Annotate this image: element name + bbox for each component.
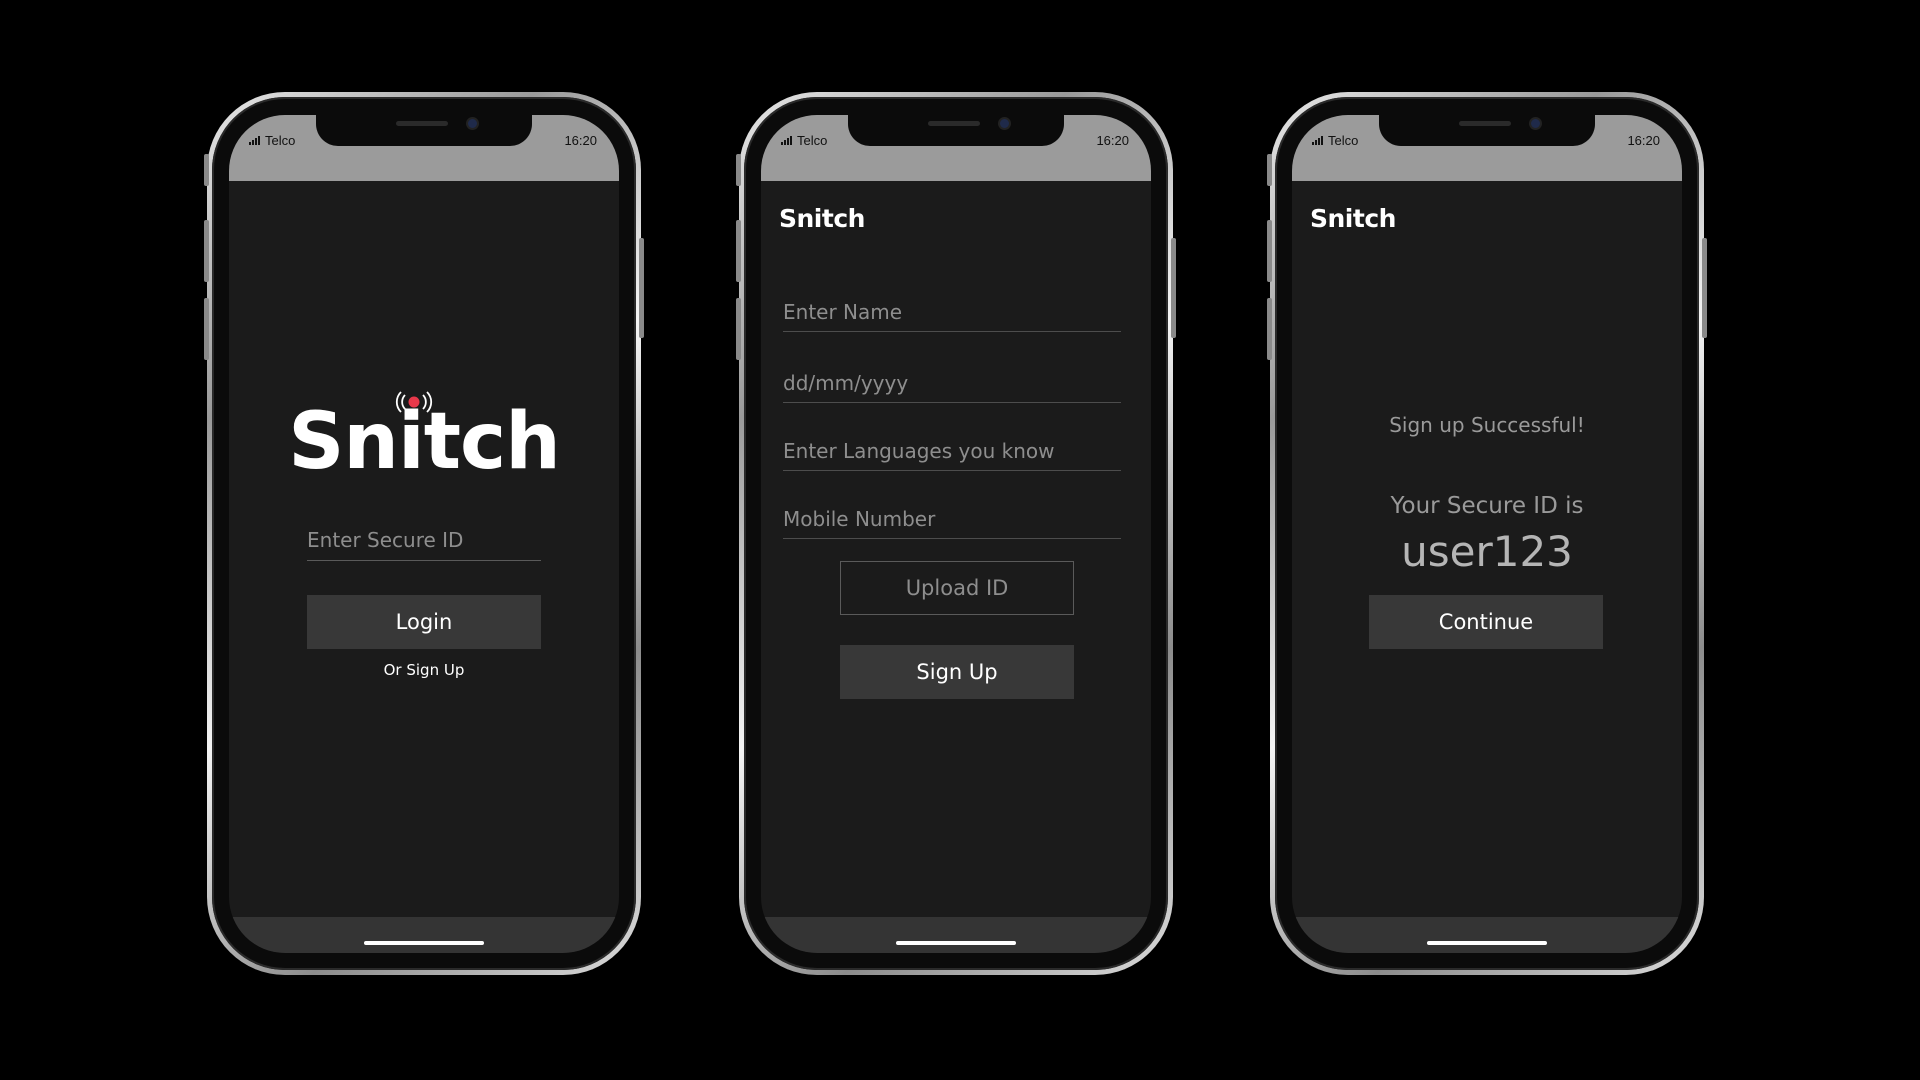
notch xyxy=(1379,115,1595,146)
login-button[interactable]: Login xyxy=(307,595,541,649)
phone-bezel: Telco 16:20 Snitch Upload ID Sign Up xyxy=(744,97,1168,970)
carrier: Telco xyxy=(249,133,295,148)
volume-down-button xyxy=(204,298,209,360)
secure-id-field[interactable] xyxy=(307,520,541,561)
phone-bezel: Telco 16:20 Snitch Sign up Successful! Y… xyxy=(1275,97,1699,970)
volume-down-button xyxy=(736,298,741,360)
signup-button[interactable]: Sign Up xyxy=(840,645,1074,699)
power-button xyxy=(1171,238,1176,338)
dob-input[interactable] xyxy=(783,364,1121,402)
signup-screen: Telco 16:20 Snitch Upload ID Sign Up xyxy=(761,115,1151,953)
continue-button[interactable]: Continue xyxy=(1369,595,1603,649)
snitch-logo-small: Snitch xyxy=(779,204,865,233)
name-input[interactable] xyxy=(783,293,1121,331)
home-indicator-area xyxy=(1292,917,1682,953)
success-message: Sign up Successful! xyxy=(1389,413,1585,437)
carrier: Telco xyxy=(781,133,827,148)
login-screen: Telco 16:20 Snitch Login Or Sign Up xyxy=(229,115,619,953)
languages-field[interactable] xyxy=(783,432,1121,471)
front-camera-icon xyxy=(1531,119,1540,128)
mute-switch xyxy=(204,154,209,186)
broadcast-signal-icon xyxy=(395,391,433,413)
signal-icon xyxy=(781,136,792,145)
secure-id-label: Your Secure ID is xyxy=(1390,493,1584,519)
volume-down-button xyxy=(1267,298,1272,360)
status-time: 16:20 xyxy=(564,133,597,148)
success-screen: Telco 16:20 Snitch Sign up Successful! Y… xyxy=(1292,115,1682,953)
languages-input[interactable] xyxy=(783,432,1121,470)
status-time: 16:20 xyxy=(1627,133,1660,148)
speaker-grille xyxy=(1459,121,1511,126)
volume-up-button xyxy=(1267,220,1272,282)
home-indicator[interactable] xyxy=(896,941,1016,945)
carrier-label: Telco xyxy=(265,133,296,148)
speaker-grille xyxy=(928,121,980,126)
home-indicator-area xyxy=(229,917,619,953)
secure-id-input[interactable] xyxy=(307,520,541,560)
power-button xyxy=(639,238,644,338)
signal-icon xyxy=(1312,136,1323,145)
snitch-logo-small: Snitch xyxy=(1310,204,1396,233)
status-time: 16:20 xyxy=(1096,133,1129,148)
phone-success: Telco 16:20 Snitch Sign up Successful! Y… xyxy=(1267,92,1707,975)
signal-icon xyxy=(249,136,260,145)
mobile-field[interactable] xyxy=(783,500,1121,539)
secure-id-value: user123 xyxy=(1401,527,1573,576)
upload-id-button[interactable]: Upload ID xyxy=(840,561,1074,615)
carrier-label: Telco xyxy=(1328,133,1359,148)
notch xyxy=(316,115,532,146)
volume-up-button xyxy=(736,220,741,282)
phone-signup: Telco 16:20 Snitch Upload ID Sign Up xyxy=(736,92,1176,975)
snitch-logo: Snitch xyxy=(229,391,619,487)
front-camera-icon xyxy=(468,119,477,128)
notch xyxy=(848,115,1064,146)
volume-up-button xyxy=(204,220,209,282)
mute-switch xyxy=(736,154,741,186)
carrier: Telco xyxy=(1312,133,1358,148)
dob-field[interactable] xyxy=(783,364,1121,403)
home-indicator[interactable] xyxy=(364,941,484,945)
name-field[interactable] xyxy=(783,293,1121,332)
signup-link[interactable]: Or Sign Up xyxy=(229,661,619,679)
home-indicator-area xyxy=(761,917,1151,953)
carrier-label: Telco xyxy=(797,133,828,148)
power-button xyxy=(1702,238,1707,338)
mobile-input[interactable] xyxy=(783,500,1121,538)
mute-switch xyxy=(1267,154,1272,186)
front-camera-icon xyxy=(1000,119,1009,128)
phone-login: Telco 16:20 Snitch Login Or Sign Up xyxy=(204,92,644,975)
phone-bezel: Telco 16:20 Snitch Login Or Sign Up xyxy=(212,97,636,970)
speaker-grille xyxy=(396,121,448,126)
home-indicator[interactable] xyxy=(1427,941,1547,945)
